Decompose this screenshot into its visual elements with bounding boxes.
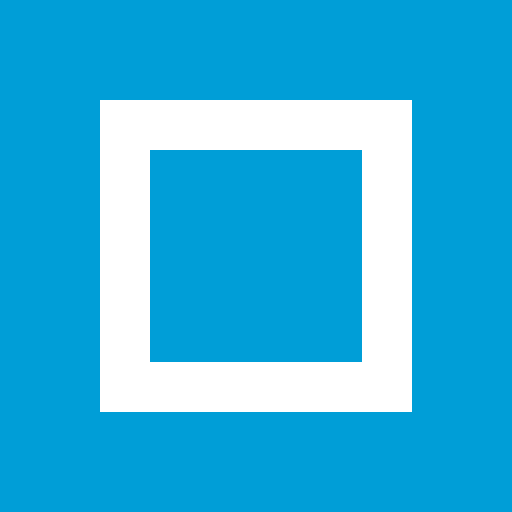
app-icon-tile: [0, 0, 512, 512]
square-outline-icon: [100, 100, 412, 412]
